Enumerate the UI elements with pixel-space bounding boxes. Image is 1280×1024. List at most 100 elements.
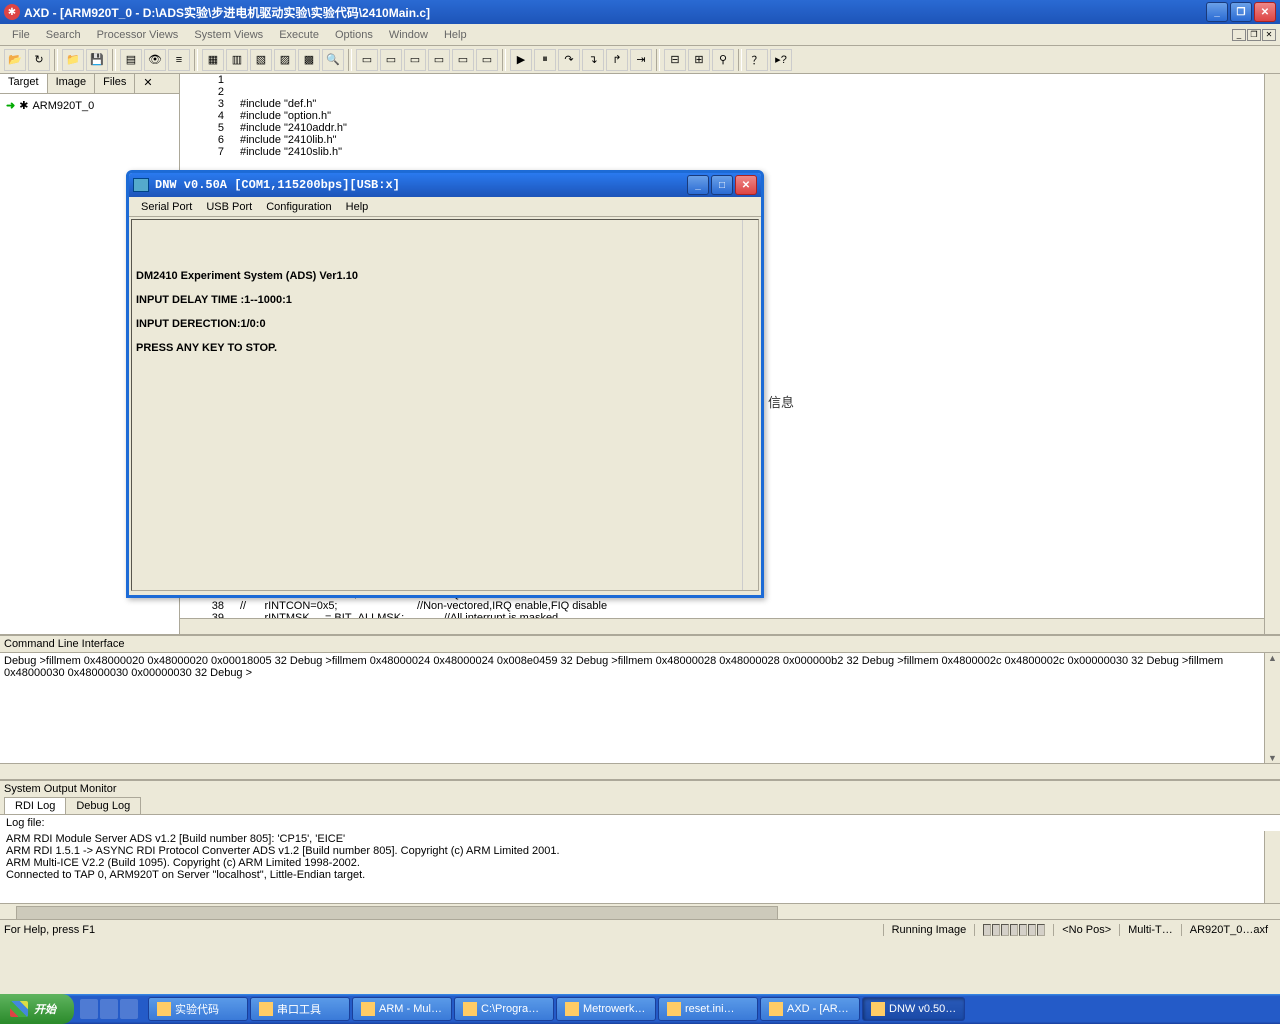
tb-regs-icon[interactable]: ▤	[120, 49, 142, 71]
close-button[interactable]: ✕	[1254, 2, 1276, 22]
task-btn[interactable]: AXD - [AR…	[760, 997, 860, 1021]
tb-go-icon[interactable]: ▶	[510, 49, 532, 71]
menu-window[interactable]: Window	[381, 27, 436, 43]
code-text: #include "option.h"	[240, 110, 331, 122]
menu-system-views[interactable]: System Views	[186, 27, 271, 43]
dnw-window[interactable]: DNW v0.50A [COM1,115200bps][USB:x] _ □ ✕…	[126, 170, 764, 598]
code-scrollbar-vertical[interactable]	[1264, 74, 1280, 634]
som-panel: System Output Monitor RDI Log Debug Log …	[0, 779, 1280, 919]
dnw-menu-serial[interactable]: Serial Port	[135, 201, 198, 213]
tb-stepin-icon[interactable]: ↴	[582, 49, 604, 71]
line-number: 2	[180, 86, 240, 98]
tab-target[interactable]: Target	[0, 74, 48, 93]
som-scrollbar-vertical[interactable]	[1264, 831, 1280, 903]
start-label: 开始	[34, 1001, 56, 1017]
start-button[interactable]: 开始	[0, 994, 74, 1024]
som-scrollbar-horizontal[interactable]	[0, 903, 1280, 919]
code-text: #include "def.h"	[240, 98, 316, 110]
ql-desktop-icon[interactable]	[100, 999, 118, 1019]
dnw-menu-help[interactable]: Help	[340, 201, 375, 213]
tb-bp2-icon[interactable]: ⊞	[688, 49, 710, 71]
tb-stepout-icon[interactable]: ↱	[606, 49, 628, 71]
task-btn[interactable]: 实验代码	[148, 997, 248, 1021]
tb-src-icon[interactable]: ▨	[274, 49, 296, 71]
minimize-button[interactable]: _	[1206, 2, 1228, 22]
tb-mem-icon[interactable]: ▦	[202, 49, 224, 71]
som-logfile-label: Log file:	[0, 814, 1280, 831]
dnw-menu-config[interactable]: Configuration	[260, 201, 337, 213]
task-btn[interactable]: ARM - Mul…	[352, 997, 452, 1021]
line-number: 5	[180, 122, 240, 134]
task-btn[interactable]: reset.ini…	[658, 997, 758, 1021]
tb-stop-icon[interactable]: ⏸	[534, 49, 556, 71]
tb-step-icon[interactable]: ↷	[558, 49, 580, 71]
task-icon	[769, 1002, 783, 1016]
dnw-scrollbar-vertical[interactable]	[742, 220, 758, 590]
mdi-minimize[interactable]: _	[1232, 29, 1246, 41]
restore-button[interactable]: ❐	[1230, 2, 1252, 22]
status-progress	[974, 924, 1053, 936]
tb-reload-icon[interactable]: ↻	[28, 49, 50, 71]
task-btn[interactable]: DNW v0.50…	[862, 997, 965, 1021]
cli-scrollbar-vertical[interactable]	[1264, 653, 1280, 763]
ql-ie-icon[interactable]	[80, 999, 98, 1019]
tab-files[interactable]: Files	[95, 74, 135, 93]
tab-image[interactable]: Image	[48, 74, 96, 93]
mdi-restore[interactable]: ❐	[1247, 29, 1261, 41]
dnw-close-button[interactable]: ✕	[735, 175, 757, 195]
menu-search[interactable]: Search	[38, 27, 89, 43]
cli-scrollbar-horizontal[interactable]	[0, 763, 1280, 779]
tb-save-icon[interactable]: 💾	[86, 49, 108, 71]
tab-rdi-log[interactable]: RDI Log	[4, 797, 66, 814]
mdi-close[interactable]: ✕	[1262, 29, 1276, 41]
tb-win5-icon[interactable]: ▭	[452, 49, 474, 71]
menu-execute[interactable]: Execute	[271, 27, 327, 43]
menu-processor-views[interactable]: Processor Views	[89, 27, 187, 43]
cli-body[interactable]: Debug >fillmem 0x48000020 0x48000020 0x0…	[0, 653, 1280, 763]
task-btn[interactable]: Metrowerk…	[556, 997, 656, 1021]
tb-win4-icon[interactable]: ▭	[428, 49, 450, 71]
line-number: 6	[180, 134, 240, 146]
tb-bp1-icon[interactable]: ⊟	[664, 49, 686, 71]
task-label: ARM - Mul…	[379, 1003, 442, 1015]
tb-win1-icon[interactable]: ▭	[356, 49, 378, 71]
status-help: For Help, press F1	[4, 924, 95, 936]
tb-help-icon[interactable]: ？	[746, 49, 768, 71]
som-body[interactable]: ARM RDI Module Server ADS v1.2 [Build nu…	[0, 831, 1280, 903]
ql-app-icon[interactable]	[120, 999, 138, 1019]
task-btn[interactable]: C:\Progra…	[454, 997, 554, 1021]
tb-load-icon[interactable]: 📂	[4, 49, 26, 71]
tb-win3-icon[interactable]: ▭	[404, 49, 426, 71]
dnw-maximize-button[interactable]: □	[711, 175, 733, 195]
dnw-terminal[interactable]: DM2410 Experiment System (ADS) Ver1.10 I…	[131, 219, 759, 591]
tab-close-icon[interactable]: ✕	[135, 74, 179, 93]
tab-debug-log[interactable]: Debug Log	[65, 797, 141, 814]
menu-file[interactable]: File	[4, 27, 38, 43]
tb-win6-icon[interactable]: ▭	[476, 49, 498, 71]
tb-vars-icon[interactable]: ≡	[168, 49, 190, 71]
tb-disasm-icon[interactable]: ▧	[250, 49, 272, 71]
code-scrollbar-horizontal[interactable]	[180, 618, 1264, 634]
tb-stack-icon[interactable]: ▥	[226, 49, 248, 71]
dnw-menu-usb[interactable]: USB Port	[200, 201, 258, 213]
statusbar: For Help, press F1 Running Image <No Pos…	[0, 919, 1280, 939]
task-label: DNW v0.50…	[889, 1003, 956, 1015]
line-number: 38	[180, 600, 240, 612]
tree-item-arm920t[interactable]: ➜ ✱ ARM920T_0	[4, 98, 175, 113]
line-number: 1	[180, 74, 240, 86]
tb-open-icon[interactable]: 📁	[62, 49, 84, 71]
menu-help[interactable]: Help	[436, 27, 475, 43]
tree-expand-icon[interactable]: ➜	[6, 99, 15, 112]
task-btn[interactable]: 串口工具	[250, 997, 350, 1021]
tb-runto-icon[interactable]: ⇥	[630, 49, 652, 71]
tb-context-help-icon[interactable]: ▸?	[770, 49, 792, 71]
tb-search-icon[interactable]: 🔍	[322, 49, 344, 71]
dnw-titlebar[interactable]: DNW v0.50A [COM1,115200bps][USB:x] _ □ ✕	[129, 173, 761, 197]
tb-show-icon[interactable]: ⚲	[712, 49, 734, 71]
tb-watch-icon[interactable]: 👁	[144, 49, 166, 71]
menu-options[interactable]: Options	[327, 27, 381, 43]
task-label: 实验代码	[175, 1001, 219, 1017]
tb-bp-icon[interactable]: ▩	[298, 49, 320, 71]
tb-win2-icon[interactable]: ▭	[380, 49, 402, 71]
dnw-minimize-button[interactable]: _	[687, 175, 709, 195]
